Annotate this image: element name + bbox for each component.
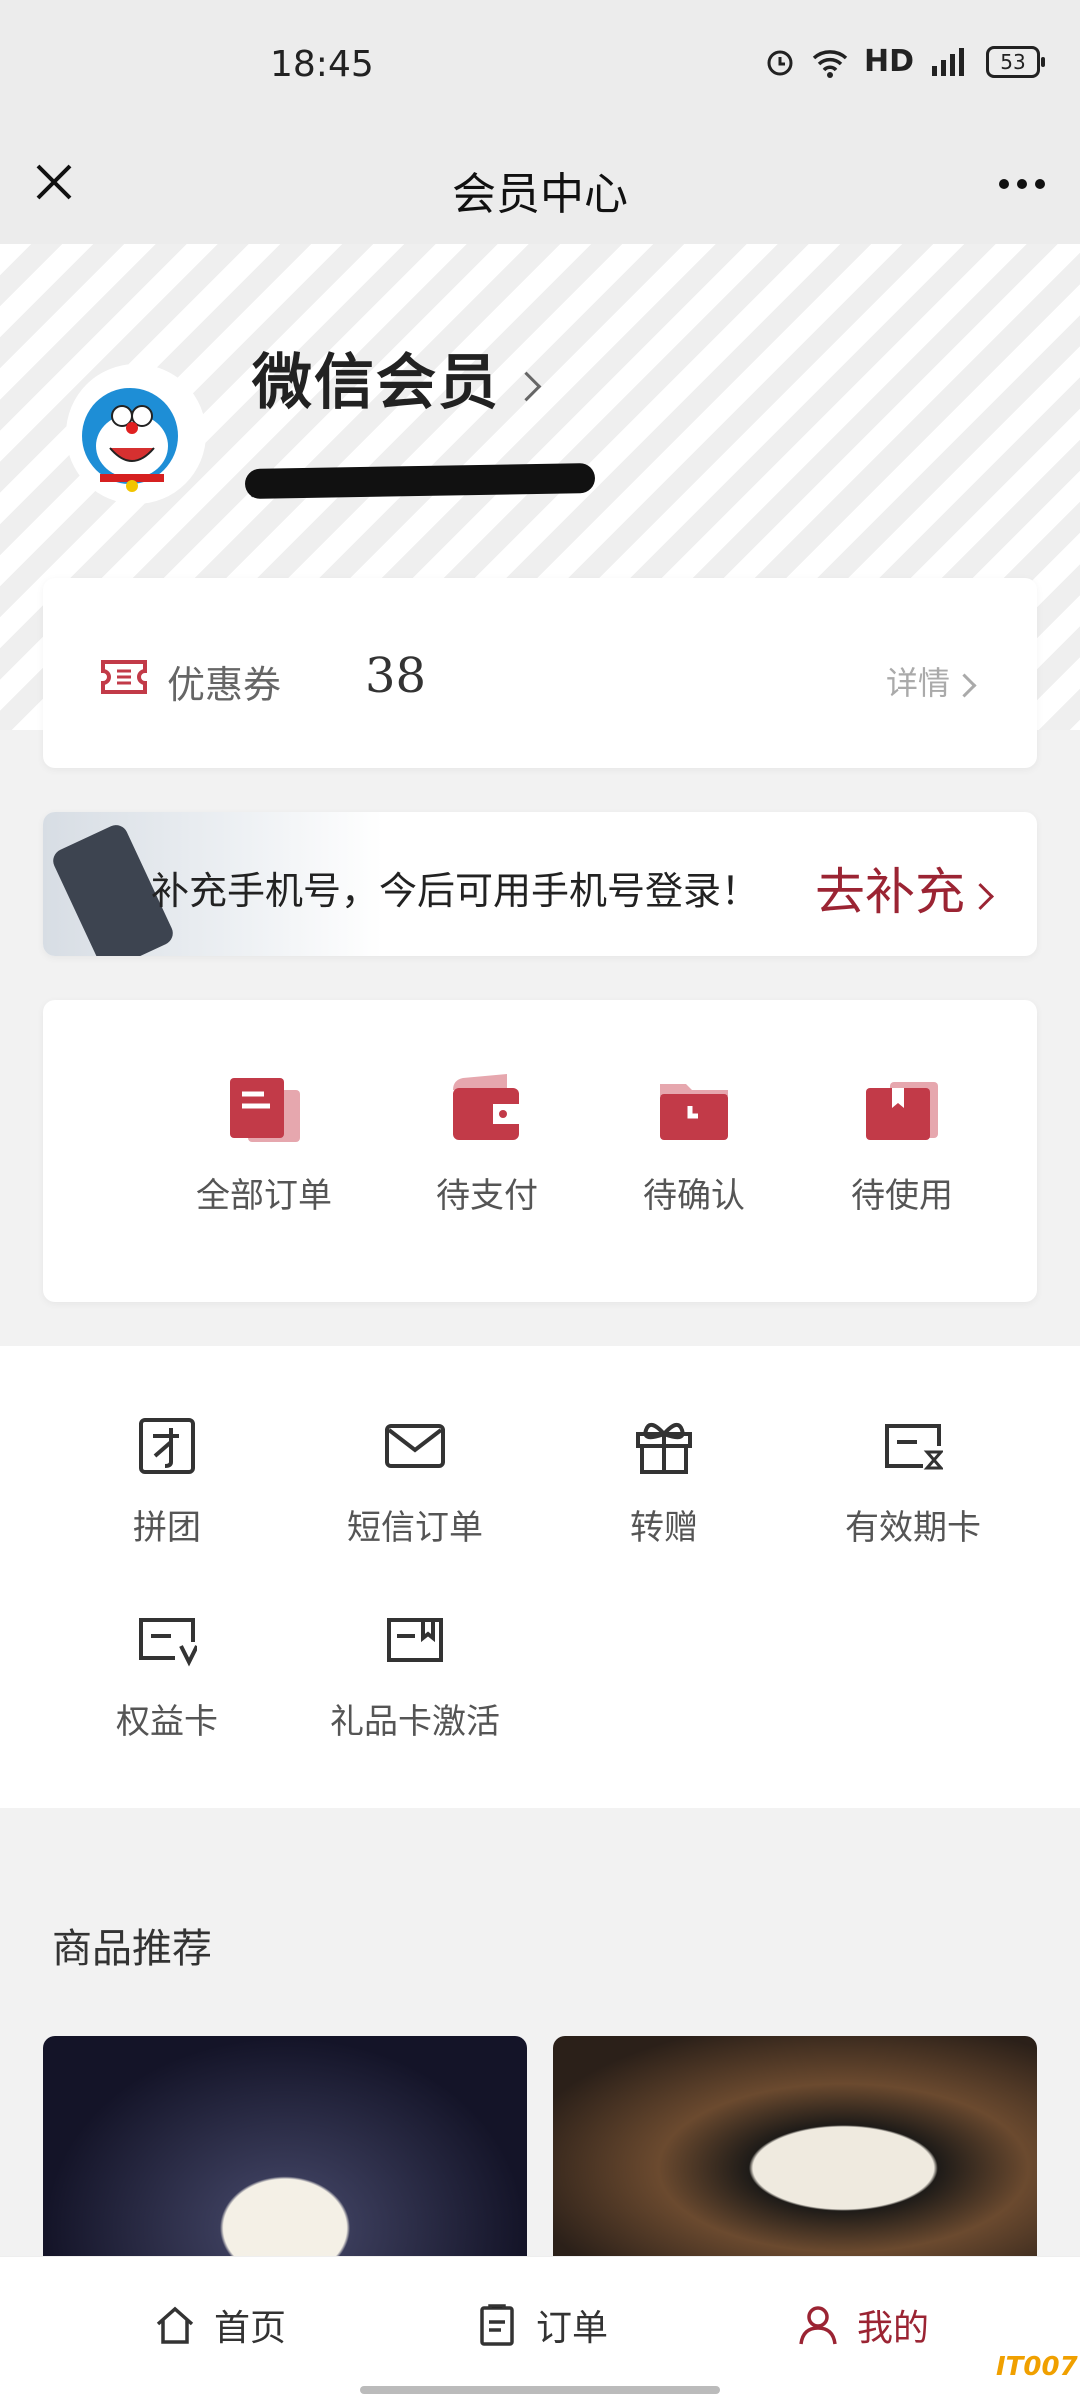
tool-transfer-gift[interactable]: 转赠	[554, 1418, 774, 1549]
envelope-icon	[385, 1424, 445, 1468]
gift-icon	[636, 1422, 692, 1474]
order-icon	[480, 2304, 514, 2346]
all-orders-icon	[230, 1078, 300, 1142]
user-icon	[799, 2306, 837, 2345]
clock-folder-icon	[660, 1084, 728, 1140]
network-label: HD	[863, 44, 914, 79]
tool-label: 礼品卡激活	[330, 1702, 500, 1742]
bind-phone-button[interactable]: 去补充	[815, 852, 994, 924]
tool-gift-card-activation[interactable]: 礼品卡激活	[305, 1612, 525, 1743]
status-time: 18:45	[270, 44, 374, 85]
wifi-icon	[812, 49, 848, 78]
battery-level: 53	[1000, 49, 1026, 74]
home-icon	[156, 2306, 194, 2344]
chevron-right-icon	[952, 673, 977, 698]
tool-group-buy[interactable]: 拼团	[57, 1418, 277, 1549]
tool-label: 权益卡	[116, 1702, 218, 1742]
watermark-logo: IT007	[996, 2352, 1078, 2382]
card-gift-icon	[387, 1618, 443, 1662]
tool-label: 短信订单	[347, 1508, 483, 1548]
order-label: 待支付	[436, 1176, 538, 1216]
coupon-detail-link[interactable]: 详情	[886, 658, 977, 704]
coupon-card[interactable]: 优惠券 38 详情	[43, 578, 1037, 768]
order-label: 待使用	[851, 1176, 953, 1216]
chevron-right-icon	[967, 882, 994, 910]
tool-validity-card[interactable]: 有效期卡	[803, 1418, 1023, 1549]
status-bar: 18:45 HD 53	[0, 0, 1080, 140]
tab-me[interactable]: 我的	[797, 2299, 929, 2351]
more-icon[interactable]	[994, 164, 1050, 204]
avatar[interactable]	[66, 364, 206, 504]
redaction-mark	[244, 462, 596, 500]
alarm-icon	[767, 50, 793, 75]
battery-icon: 53	[986, 45, 1045, 78]
product-card-image[interactable]	[43, 2036, 527, 2276]
wallet-icon	[453, 1074, 519, 1140]
tool-benefit-card[interactable]: 权益卡	[57, 1612, 277, 1743]
tab-bar: 首页 订单 我的	[0, 2256, 1080, 2401]
order-entry-pending-confirm[interactable]: 待确认	[594, 1072, 794, 1217]
tab-orders[interactable]: 订单	[476, 2299, 608, 2351]
tab-label: 订单	[536, 2308, 609, 2349]
bind-phone-banner[interactable]: 补充手机号，今后可用手机号登录！ 去补充	[43, 812, 1037, 956]
order-entry-to-use[interactable]: 待使用	[802, 1072, 1002, 1217]
banner-text: 补充手机号，今后可用手机号登录！	[151, 869, 760, 913]
coupon-label: 优惠券	[167, 663, 282, 707]
member-name[interactable]: 微信会员	[252, 334, 542, 421]
coupon-count: 38	[365, 648, 427, 704]
tab-label: 我的	[857, 2308, 930, 2349]
bookmark-icon	[866, 1082, 938, 1140]
signal-icon	[932, 47, 964, 76]
status-icons: HD 53	[764, 44, 1045, 79]
order-label: 待确认	[643, 1176, 745, 1216]
tools-grid: 拼团 短信订单 转赠 有效期卡 权益卡 礼品卡激活	[0, 1346, 1080, 1808]
order-entry-all[interactable]: 全部订单	[164, 1072, 364, 1217]
tool-label: 拼团	[133, 1508, 201, 1548]
recommend-title: 商品推荐	[52, 1926, 212, 1972]
card-vip-icon	[139, 1618, 199, 1667]
orders-card: 全部订单 待支付 待确认 待使用	[43, 1000, 1037, 1302]
tab-label: 首页	[214, 2308, 287, 2349]
coupon-icon	[101, 660, 147, 694]
group-buy-icon	[139, 1418, 195, 1474]
page-title: 会员中心	[452, 169, 628, 220]
product-card-image[interactable]	[553, 2036, 1037, 2276]
tool-sms-orders[interactable]: 短信订单	[305, 1418, 525, 1549]
card-hourglass-icon	[885, 1424, 945, 1470]
tool-label: 有效期卡	[845, 1508, 981, 1548]
chevron-right-icon	[511, 371, 542, 402]
tool-label: 转赠	[630, 1508, 698, 1548]
tab-home[interactable]: 首页	[154, 2299, 286, 2351]
home-indicator[interactable]	[360, 2386, 720, 2394]
nav-bar: 会员中心	[0, 140, 1080, 244]
order-entry-pending-payment[interactable]: 待支付	[387, 1072, 587, 1217]
order-label: 全部订单	[196, 1176, 332, 1216]
